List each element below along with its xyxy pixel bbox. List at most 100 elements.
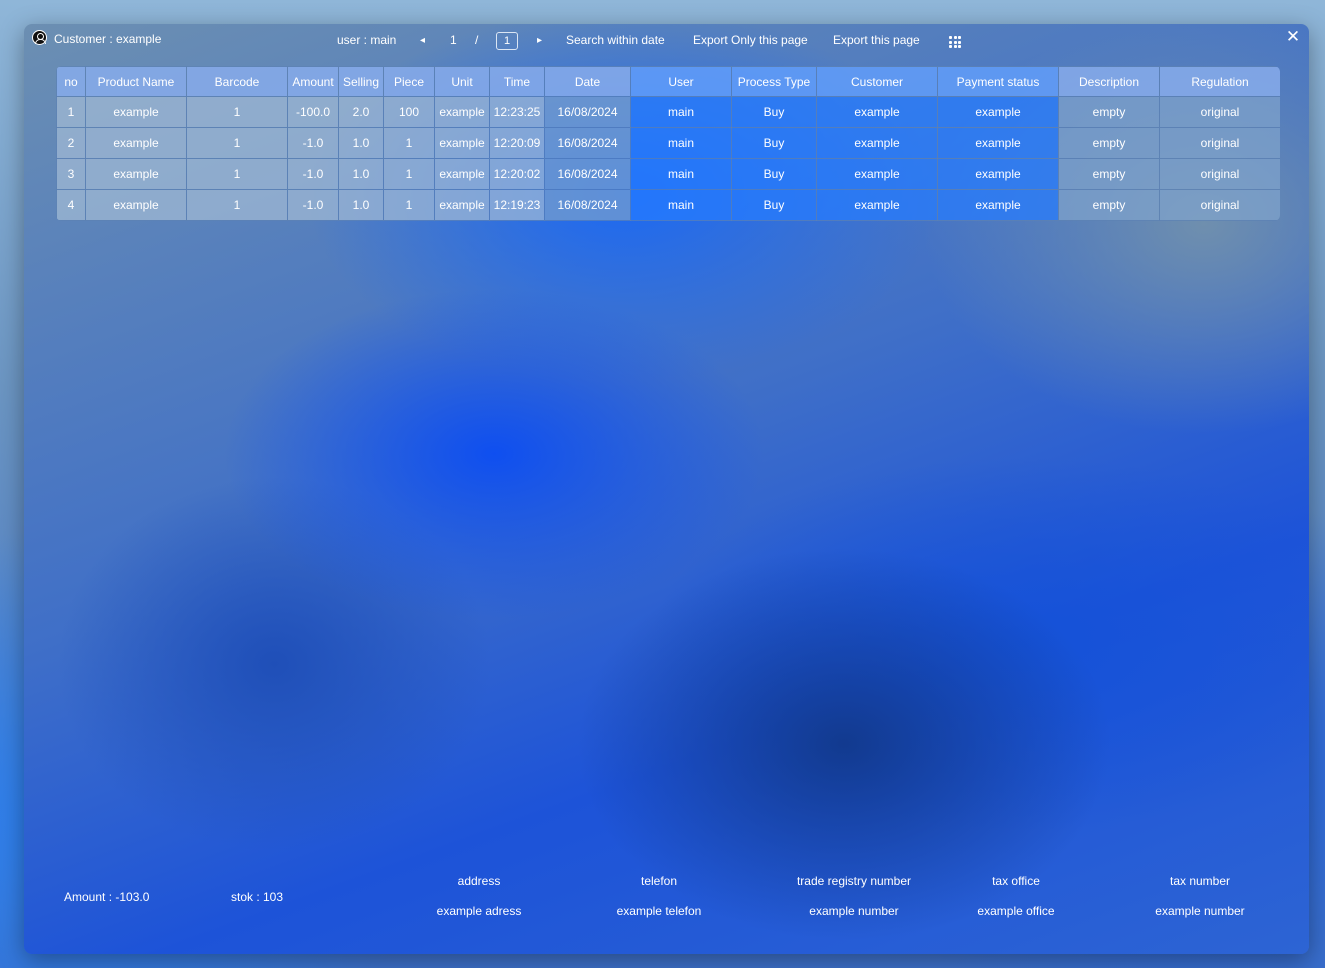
cell-unit: example [434,189,490,221]
column-header-process-type[interactable]: Process Type [731,66,817,97]
sales-table: no Product Name Barcode Amount Selling Piece U… [56,66,1280,221]
column-header-customer[interactable]: Customer [816,66,938,97]
cell-regulation: original [1159,158,1280,190]
cell-amount: -1.0 [287,189,339,221]
cell-no: 1 [56,96,86,128]
cell-customer: example [816,189,938,221]
cell-amount: -1.0 [287,158,339,190]
cell-no: 2 [56,127,86,159]
table-body: 1 example 1 -100.0 2.0 100 example 12:23:25 16/0… [56,96,1280,221]
cell-barcode: 1 [186,96,288,128]
cell-customer: example [816,158,938,190]
cell-product-name: example [85,189,187,221]
cell-no: 3 [56,158,86,190]
table-row[interactable]: 2 example 1 -1.0 1.0 1 example 12:20:09 16/08/20… [56,127,1280,159]
table-header-row: no Product Name Barcode Amount Selling Piece U… [56,66,1280,97]
export-page-button[interactable]: Export this page [833,33,920,47]
cell-regulation: original [1159,127,1280,159]
cell-payment-status: example [937,127,1059,159]
cell-process-type: Buy [731,158,817,190]
cell-piece: 1 [383,127,435,159]
window-title: Customer : example [54,32,162,46]
column-header-selling[interactable]: Selling [338,66,384,97]
cell-selling: 1.0 [338,189,384,221]
cell-user: main [630,189,732,221]
cell-barcode: 1 [186,189,288,221]
cell-barcode: 1 [186,158,288,190]
cell-date: 16/08/2024 [544,127,631,159]
cell-unit: example [434,96,490,128]
column-header-unit[interactable]: Unit [434,66,490,97]
grid-menu-icon[interactable] [949,36,961,48]
cell-user: main [630,158,732,190]
cell-product-name: example [85,127,187,159]
cell-unit: example [434,158,490,190]
cell-process-type: Buy [731,189,817,221]
telefon-value: example telefon [616,904,702,918]
column-header-description[interactable]: Description [1058,66,1160,97]
close-button[interactable]: ✕ [1285,28,1301,45]
cell-payment-status: example [937,189,1059,221]
cell-payment-status: example [937,96,1059,128]
cell-description: empty [1058,189,1160,221]
cell-user: main [630,96,732,128]
column-header-date[interactable]: Date [544,66,631,97]
page-number-input[interactable]: 1 [496,32,518,50]
cell-payment-status: example [937,158,1059,190]
customer-window: Customer : example user : main ◂ 1 / 1 ▸… [24,24,1309,954]
cell-piece: 100 [383,96,435,128]
cell-time: 12:19:23 [489,189,545,221]
table-row[interactable]: 3 example 1 -1.0 1.0 1 example 12:20:02 16/08/20… [56,158,1280,190]
cell-date: 16/08/2024 [544,158,631,190]
cell-no: 4 [56,189,86,221]
page-separator: / [475,33,479,47]
stok-total: stok : 103 [231,890,284,904]
cell-regulation: original [1159,189,1280,221]
cell-piece: 1 [383,189,435,221]
tax-office-label: tax office [992,874,1040,888]
cell-user: main [630,127,732,159]
tax-number-label: tax number [1169,874,1231,888]
cell-selling: 2.0 [338,96,384,128]
search-within-date-button[interactable]: Search within date [566,33,665,47]
tax-number-value: example number [1155,904,1245,918]
tax-office-value: example office [977,904,1055,918]
cell-customer: example [816,127,938,159]
table-row[interactable]: 1 example 1 -100.0 2.0 100 example 12:23:25 16/0… [56,96,1280,128]
cell-regulation: original [1159,96,1280,128]
cell-time: 12:20:02 [489,158,545,190]
column-header-no[interactable]: no [56,66,86,97]
cell-description: empty [1058,127,1160,159]
cell-unit: example [434,127,490,159]
user-label: user : main [337,33,397,47]
prev-page-button[interactable]: ◂ [420,35,425,46]
cell-amount: -1.0 [287,127,339,159]
table-row[interactable]: 4 example 1 -1.0 1.0 1 example 12:19:23 16/08/20… [56,189,1280,221]
cell-product-name: example [85,158,187,190]
column-header-barcode[interactable]: Barcode [186,66,288,97]
column-header-regulation[interactable]: Regulation [1159,66,1280,97]
app-icon [32,30,47,45]
column-header-payment-status[interactable]: Payment status [937,66,1059,97]
address-value: example adress [436,904,522,918]
cell-description: empty [1058,158,1160,190]
next-page-button[interactable]: ▸ [537,35,542,46]
column-header-product-name[interactable]: Product Name [85,66,187,97]
column-header-user[interactable]: User [630,66,732,97]
address-label: address [457,874,501,888]
cell-amount: -100.0 [287,96,339,128]
column-header-piece[interactable]: Piece [383,66,435,97]
cell-customer: example [816,96,938,128]
telefon-label: telefon [640,874,678,888]
cell-date: 16/08/2024 [544,96,631,128]
export-only-page-button[interactable]: Export Only this page [693,33,808,47]
cell-piece: 1 [383,158,435,190]
cell-process-type: Buy [731,96,817,128]
column-header-time[interactable]: Time [489,66,545,97]
cell-product-name: example [85,96,187,128]
cell-selling: 1.0 [338,127,384,159]
column-header-amount[interactable]: Amount [287,66,339,97]
cell-date: 16/08/2024 [544,189,631,221]
cell-process-type: Buy [731,127,817,159]
title-bar: Customer : example user : main ◂ 1 / 1 ▸… [24,24,1309,58]
